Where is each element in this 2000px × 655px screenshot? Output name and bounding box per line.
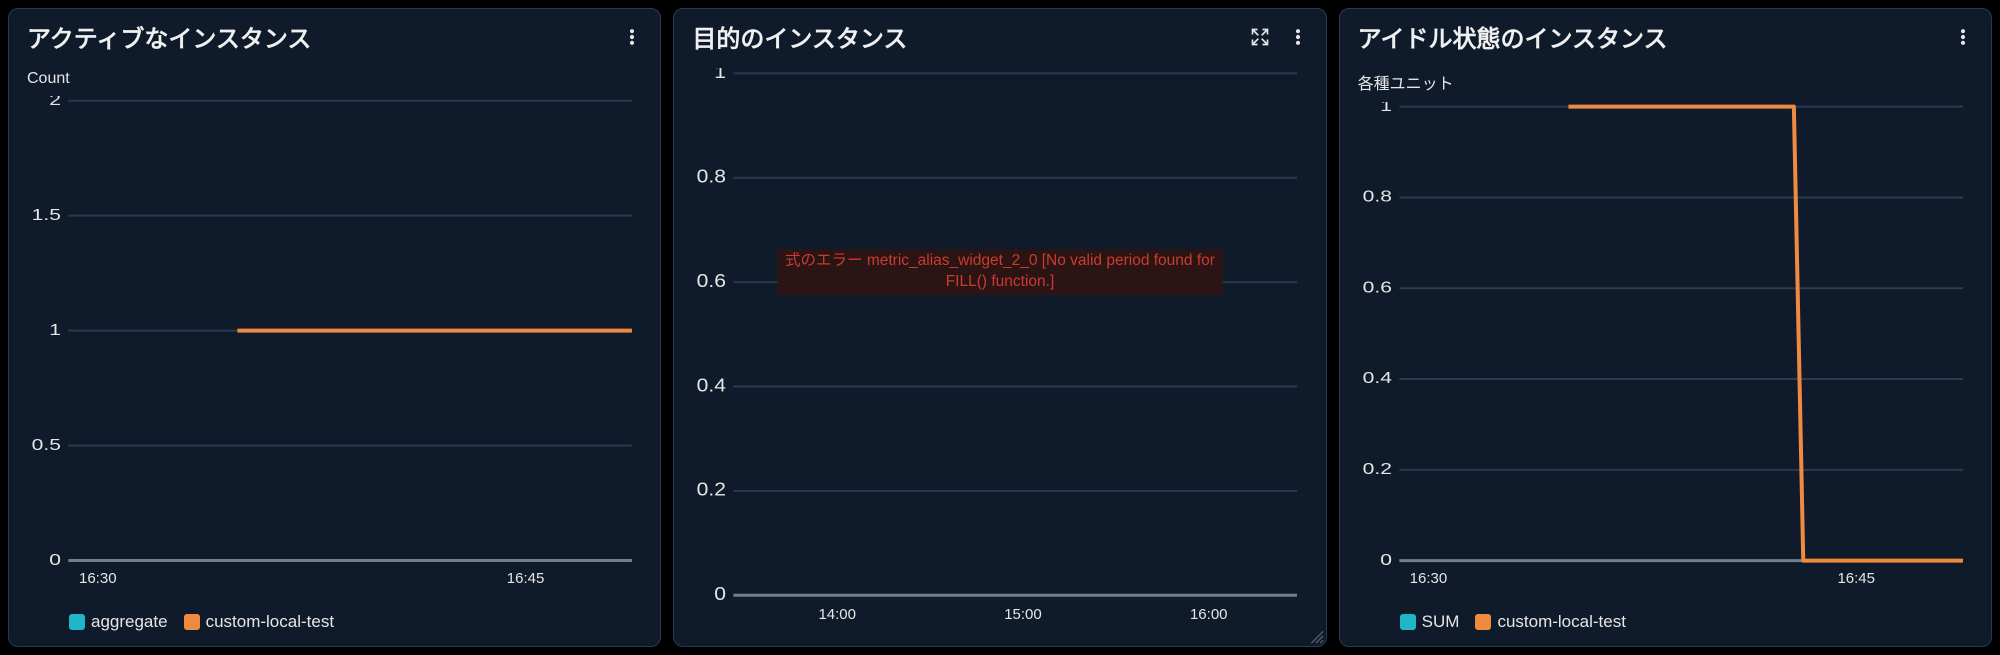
panel-title: アイドル状態のインスタンス (1358, 19, 1668, 54)
kebab-menu-icon[interactable] (620, 25, 644, 49)
legend-swatch (1400, 614, 1416, 630)
y-tick-label: 1 (715, 68, 727, 83)
legend: SUM custom-local-test (1356, 606, 1975, 642)
x-tick-label: 16:30 (1410, 570, 1448, 587)
x-tick-label: 16:30 (79, 570, 117, 587)
legend-item[interactable]: custom-local-test (1475, 612, 1625, 632)
x-tick-label: 14:00 (818, 606, 856, 623)
legend-label: aggregate (91, 612, 168, 632)
y-tick-label: 1 (49, 320, 61, 338)
panel-title: アクティブなインスタンス (27, 19, 311, 54)
panel-body: 各種ユニット 0 0.2 0.4 0.6 0.8 1 16:30 16:45 SUM custom-… (1340, 60, 1991, 646)
panel-header: 目的のインスタンス (674, 9, 1325, 60)
y-tick-label: 0.4 (697, 376, 726, 396)
y-tick-label: 0.2 (1362, 460, 1391, 478)
legend-label: SUM (1422, 612, 1460, 632)
y-tick-label: 0 (1380, 550, 1392, 568)
y-tick-label: 0.4 (1362, 369, 1391, 387)
legend-swatch (184, 614, 200, 630)
x-tick-label: 16:45 (507, 570, 545, 587)
x-axis-ticks: 14:00 15:00 16:00 (690, 606, 1309, 642)
y-tick-label: 1 (1380, 102, 1392, 114)
kebab-menu-icon[interactable] (1951, 25, 1975, 49)
chart-area[interactable]: 0 0.2 0.4 0.6 0.8 1 式のエラー metric_alias_widget_… (690, 68, 1309, 606)
x-tick-label: 16:45 (1837, 570, 1875, 587)
panel-body: Count 0 0.5 1 1.5 2 16:30 16:45 aggregate custom-… (9, 60, 660, 646)
y-axis-title: 各種ユニット (1356, 68, 1975, 102)
chart-area[interactable]: 0 0.2 0.4 0.6 0.8 1 (1356, 102, 1975, 570)
y-tick-label: 2 (49, 96, 61, 108)
panel-header: アクティブなインスタンス (9, 9, 660, 60)
legend-item[interactable]: SUM (1400, 612, 1460, 632)
panel-2: アイドル状態のインスタンス各種ユニット00.20.40.60.8116:3016… (1339, 8, 1992, 647)
x-tick-label: 15:00 (1004, 606, 1042, 623)
panel-0: アクティブなインスタンス Count 0 0.5 1 1.5 2 16:30 16:45 aggr… (8, 8, 661, 647)
y-tick-label: 1.5 (32, 205, 61, 223)
y-axis-title: Count (25, 68, 644, 96)
legend-swatch (69, 614, 85, 630)
y-tick-label: 0.6 (1362, 278, 1391, 296)
panel-1: 目的のインスタンス 0 0.2 0.4 0.6 0.8 1 式のエラー metric_alia… (673, 8, 1326, 647)
x-axis-ticks: 16:30 16:45 (1356, 570, 1975, 606)
legend-item[interactable]: custom-local-test (184, 612, 334, 632)
panel-actions (1248, 25, 1310, 49)
y-tick-label: 0 (49, 550, 61, 568)
y-tick-label: 0.2 (697, 480, 726, 500)
expand-icon[interactable] (1248, 25, 1272, 49)
x-tick-label: 16:00 (1190, 606, 1228, 623)
y-tick-label: 0.5 (32, 435, 61, 453)
legend-swatch (1475, 614, 1491, 630)
chart-area[interactable]: 0 0.5 1 1.5 2 (25, 96, 644, 570)
kebab-menu-icon[interactable] (1286, 25, 1310, 49)
y-tick-label: 0.8 (697, 167, 726, 187)
dashboard: アクティブなインスタンス Count 0 0.5 1 1.5 2 16:30 16:45 aggr… (0, 0, 2000, 655)
panel-title: 目的のインスタンス (692, 19, 907, 54)
y-tick-label: 0.8 (1362, 187, 1391, 205)
resize-handle-icon[interactable] (1306, 626, 1324, 644)
y-tick-label: 0.6 (697, 271, 726, 291)
legend-item[interactable]: aggregate (69, 612, 168, 632)
legend-label: custom-local-test (206, 612, 334, 632)
legend: aggregate custom-local-test (25, 606, 644, 642)
panel-actions (620, 25, 644, 49)
x-axis-ticks: 16:30 16:45 (25, 570, 644, 606)
chart-error-message: 式のエラー metric_alias_widget_2_0 [No valid … (777, 250, 1223, 296)
legend-label: custom-local-test (1497, 612, 1625, 632)
y-tick-label: 0 (715, 584, 727, 604)
panel-body: 0 0.2 0.4 0.6 0.8 1 式のエラー metric_alias_widget_… (674, 60, 1325, 646)
panel-actions (1951, 25, 1975, 49)
panel-header: アイドル状態のインスタンス (1340, 9, 1991, 60)
